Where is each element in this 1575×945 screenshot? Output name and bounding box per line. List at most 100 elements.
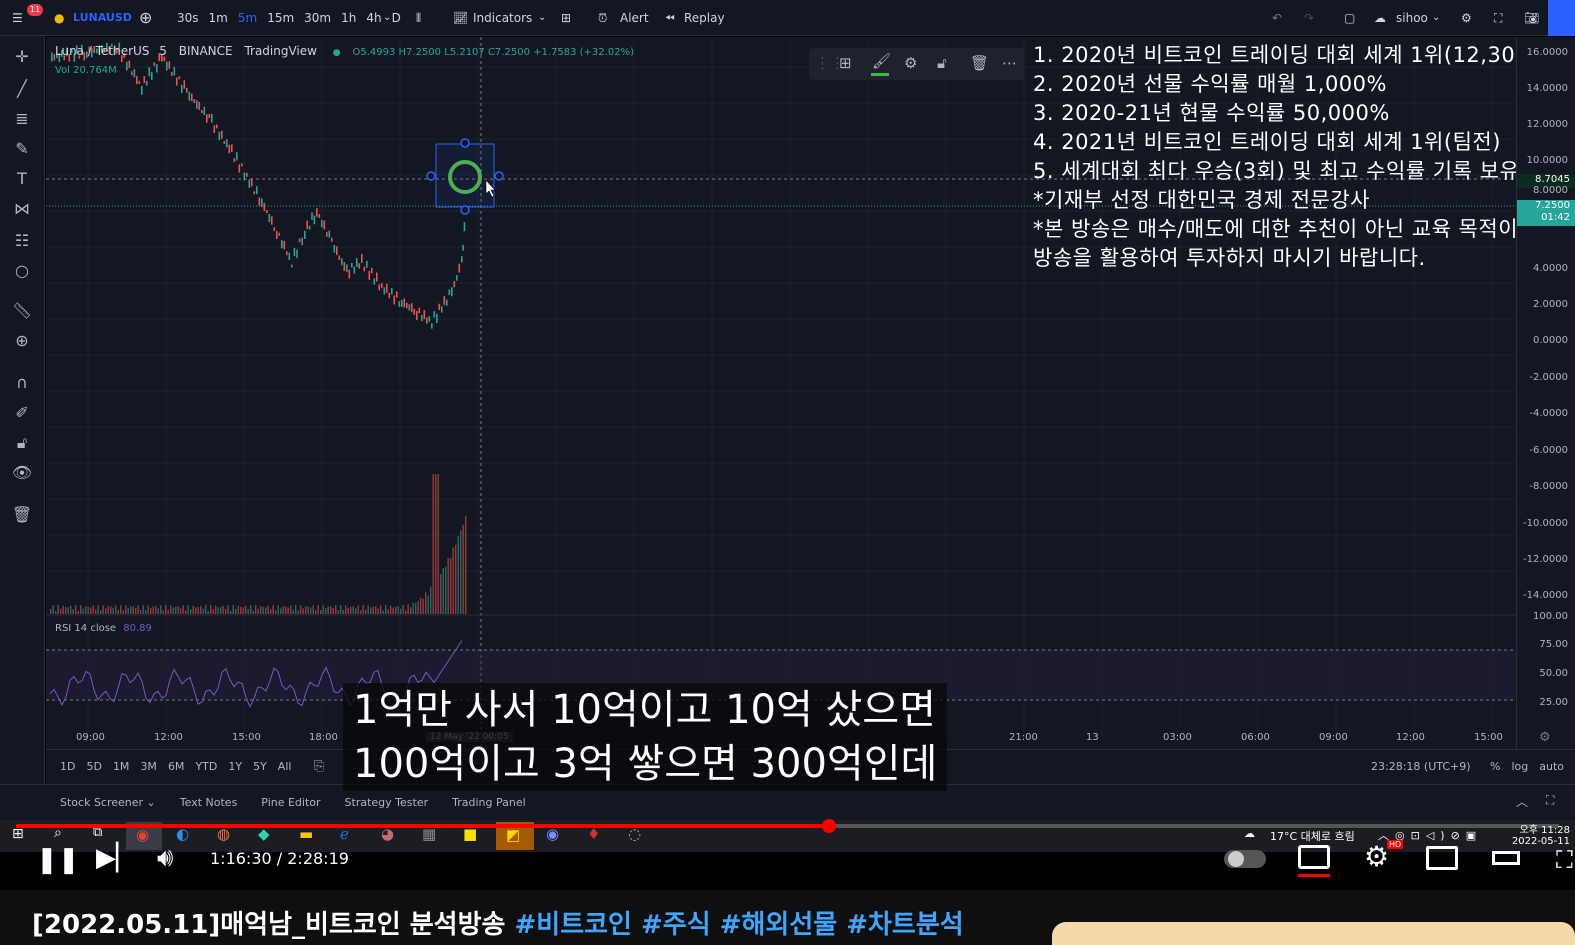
video-progress-track[interactable] [16, 819, 1559, 833]
menu-icon[interactable]: ☰ [12, 0, 23, 36]
chart-pane[interactable]: Luna / TetherUS 5 BINANCE TradingView ● … [46, 37, 1558, 784]
weather-text[interactable]: 17°C 대체로 흐림 [1270, 828, 1355, 844]
replay-button[interactable]: Replay [684, 0, 725, 36]
candle [446, 299, 448, 306]
drawing-delete-icon[interactable]: 🗑︎ [970, 54, 989, 72]
volume-bar [185, 610, 187, 614]
interval-30s[interactable]: 30s [172, 0, 204, 36]
candle [316, 208, 318, 217]
drawing-lock-icon[interactable]: 🔓︎ [937, 54, 947, 72]
fill-color-icon[interactable]: 🖌︎ [872, 52, 891, 70]
undo-icon[interactable]: ↶ [1272, 0, 1282, 36]
interval-30m[interactable]: 30m [299, 0, 336, 36]
interval-5m[interactable]: 5m [233, 0, 262, 36]
candle [263, 202, 266, 211]
bottom-tab-pine-editor[interactable]: Pine Editor [249, 785, 332, 821]
user-dropdown-icon[interactable]: ⌄ [1432, 0, 1440, 36]
eye-icon[interactable]: 👁︎ [11, 462, 33, 484]
next-video-icon[interactable]: ▶▏ [96, 843, 136, 873]
lock-icon[interactable]: 🔓︎ [11, 432, 33, 454]
prediction-icon[interactable]: ☷ [11, 230, 33, 252]
legend-pair[interactable]: Luna / TetherUS [55, 44, 149, 58]
redo-icon[interactable]: ↷ [1304, 0, 1314, 36]
hashtag-link[interactable]: #해외선물 [711, 910, 837, 940]
crosshair-icon[interactable]: ✛ [11, 46, 33, 68]
interval-dropdown-icon[interactable]: ⌄ [383, 0, 391, 36]
maximize-panel-icon[interactable]: ⛶ [1546, 793, 1554, 808]
drawing-settings-icon[interactable]: ⚙ [904, 54, 917, 72]
interval-1h[interactable]: 1h [336, 0, 361, 36]
timeframe-5y[interactable]: 5Y [253, 750, 267, 784]
hashtag-link[interactable]: #주식 [632, 910, 711, 940]
timeframe-1y[interactable]: 1Y [228, 750, 242, 784]
interval-1m[interactable]: 1m [204, 0, 233, 36]
subtitles-icon[interactable] [1298, 845, 1330, 869]
date-range-icon[interactable]: ⎘ [314, 750, 324, 784]
timeframe-6m[interactable]: 6M [168, 750, 185, 784]
timeframe-ytd[interactable]: YTD [195, 750, 217, 784]
volume-bar [307, 606, 309, 614]
video-title[interactable]: [2022.05.11]매억남_비트코인 분석방송 #비트코인 #주식 #해외선… [32, 904, 964, 941]
clock-display[interactable]: 23:28:18 (UTC+9) [1371, 750, 1471, 784]
miniplayer-icon[interactable] [1426, 846, 1458, 870]
axis-option-log[interactable]: log [1511, 750, 1528, 784]
chevron-down-icon[interactable]: ⌄ [143, 796, 156, 809]
template-icon[interactable]: ⊞ [839, 54, 852, 72]
brush-icon[interactable]: ✎ [11, 138, 33, 160]
pause-icon[interactable]: ❚❚ [36, 845, 80, 875]
candle [388, 292, 391, 299]
axis-option-percent[interactable]: % [1490, 750, 1500, 784]
timeframe-3m[interactable]: 3M [140, 750, 157, 784]
volume-bar [77, 610, 79, 614]
camera-icon[interactable]: 📷︎ [1524, 0, 1539, 36]
indicators-dropdown-icon[interactable]: ⌄ [538, 0, 546, 36]
user-menu[interactable]: sihoo [1396, 0, 1428, 36]
chart-type-icon[interactable]: ⫴ [416, 0, 421, 36]
autoplay-toggle[interactable] [1224, 850, 1266, 868]
shape-circle-icon[interactable]: ○ [11, 260, 33, 282]
text-tool-icon[interactable]: T [11, 168, 33, 190]
trash-icon[interactable]: 🗑︎ [11, 504, 33, 526]
compare-add-icon[interactable]: ⊕ [139, 0, 152, 36]
collapse-panel-icon[interactable]: ︿ [1516, 793, 1528, 810]
settings-icon[interactable]: ⚙ [1364, 840, 1389, 873]
fib-lines-icon[interactable]: ≣ [11, 108, 33, 130]
timeframe-all[interactable]: All [278, 750, 292, 784]
volume-icon[interactable]: 🔊︎ [157, 843, 173, 874]
publish-button[interactable] [1548, 0, 1575, 36]
interval-group: 30s 1m 5m 15m 30m 1h 4h D [172, 0, 406, 36]
volume-bar [327, 606, 329, 614]
fullscreen-icon[interactable]: ⛶ [1556, 846, 1573, 874]
bottom-tab-text-notes[interactable]: Text Notes [168, 785, 250, 821]
trendline-icon[interactable]: ╱ [11, 78, 33, 100]
pattern-icon[interactable]: ⋈ [11, 198, 33, 220]
bottom-tab-stock-screener[interactable]: Stock Screener ⌄ [48, 785, 168, 821]
ruler-icon[interactable]: 📏︎ [11, 300, 33, 322]
layout-grid-icon[interactable]: ⊞ [561, 0, 571, 36]
promo-banner[interactable] [1052, 922, 1575, 945]
zoom-in-icon[interactable]: ⊕ [11, 330, 33, 352]
windows-start-icon[interactable]: ⊞ [12, 826, 24, 842]
settings-gear-icon[interactable]: ⚙ [1461, 0, 1472, 36]
axis-option-auto[interactable]: auto [1539, 750, 1564, 784]
timeframe-1m[interactable]: 1M [113, 750, 130, 784]
price-axis[interactable]: 8.7045 7.2500 01:42 16.0000 14.0000 12.000… [1516, 37, 1575, 749]
more-options-icon[interactable]: ⋯ [1002, 54, 1017, 72]
expand-icon[interactable]: ⛶ [1494, 0, 1502, 36]
status-dot-icon: ● [332, 48, 341, 58]
candle [166, 61, 168, 71]
axis-settings-icon[interactable]: ⚙ [1539, 730, 1551, 745]
symbol-search[interactable]: LUNAUSD [73, 0, 132, 36]
timeframe-5d[interactable]: 5D [86, 750, 101, 784]
magnet-icon[interactable]: ∩ [11, 372, 33, 394]
indicators-button[interactable]: Indicators [473, 0, 532, 36]
timeframe-1d[interactable]: 1D [60, 750, 75, 784]
interval-15m[interactable]: 15m [262, 0, 299, 36]
stay-drawing-icon[interactable]: ✐ [11, 402, 33, 424]
alert-button[interactable]: Alert [620, 0, 649, 36]
theater-mode-icon[interactable] [1492, 851, 1520, 865]
hashtag-link[interactable]: #차트분석 [837, 910, 963, 940]
fullscreen-rect-icon[interactable]: ▢ [1344, 0, 1355, 36]
volume-bar [447, 557, 449, 614]
hashtag-link[interactable]: #비트코인 [514, 910, 631, 940]
